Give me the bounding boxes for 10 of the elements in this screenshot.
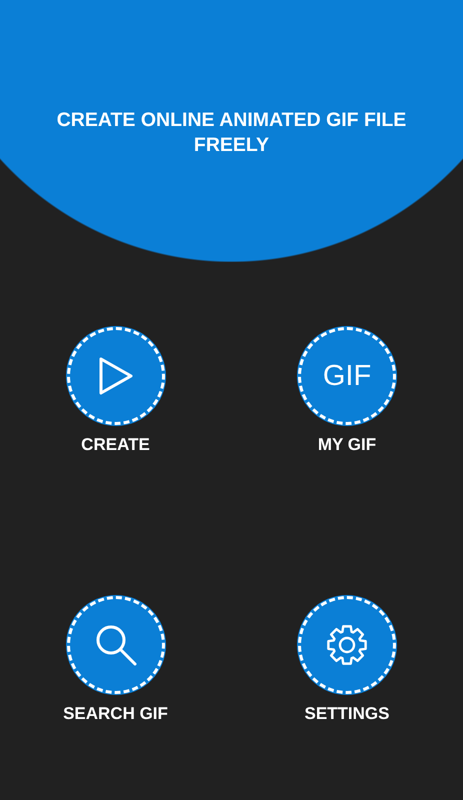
menu-label: SEARCH GIF (63, 704, 168, 724)
page-title: CREATE ONLINE ANIMATED GIF FILE FREELY (56, 108, 408, 158)
menu-button[interactable]: GIF (298, 327, 396, 425)
settings-icon (326, 624, 368, 666)
menu-label: CREATE (81, 435, 150, 455)
gif-icon: GIF (322, 360, 372, 392)
search-icon (94, 623, 138, 667)
play-icon (98, 356, 134, 396)
menu-label: SETTINGS (304, 704, 390, 724)
menu-label: MY GIF (318, 435, 376, 455)
